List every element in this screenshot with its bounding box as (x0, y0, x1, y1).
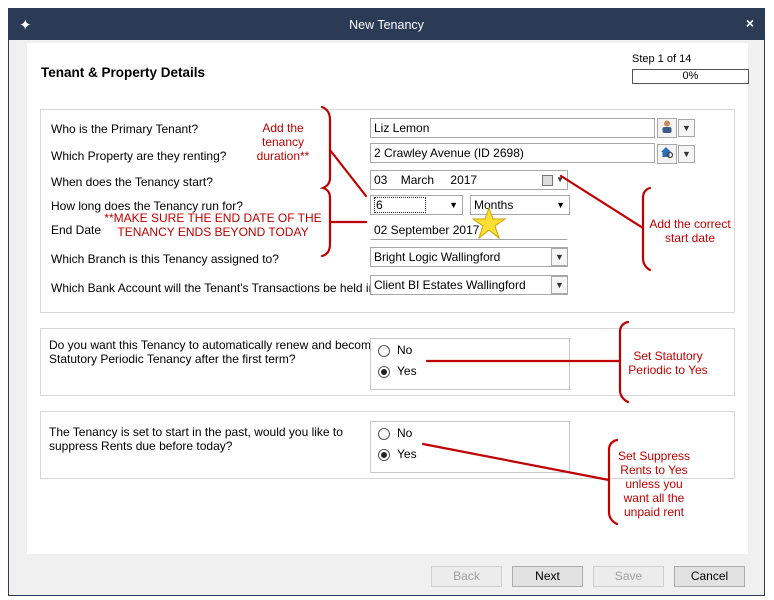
annotation-statutory: Set Statutory Periodic to Yes (628, 349, 708, 377)
next-button[interactable]: Next (512, 566, 583, 587)
save-button[interactable]: Save (593, 566, 664, 587)
primary-tenant-dropdown-icon[interactable]: ▼ (678, 119, 695, 137)
suppress-question-line2: suppress Rents due before today? (49, 439, 233, 453)
start-date-label: When does the Tenancy start? (51, 175, 213, 189)
bank-account-dropdown-icon[interactable]: ▼ (551, 276, 568, 294)
house-search-icon[interactable] (657, 144, 677, 164)
close-icon[interactable]: × (746, 15, 754, 31)
renew-question-line2: Statutory Periodic Tenancy after the fir… (49, 352, 296, 366)
primary-tenant-label: Who is the Primary Tenant? (51, 122, 199, 136)
property-dropdown-icon[interactable]: ▼ (678, 145, 695, 163)
duration-select[interactable]: 6 ▼ (370, 195, 463, 215)
annotation-suppress: Set Suppress Rents to Yes unless you wan… (617, 449, 691, 519)
end-date-label: End Date (51, 223, 102, 237)
person-icon[interactable] (657, 118, 677, 138)
start-month: March (400, 173, 435, 187)
suppress-no-label[interactable]: No (397, 426, 412, 440)
suppress-question-line1: The Tenancy is set to start in the past,… (49, 425, 343, 439)
duration-unit-chevron-icon: ▼ (556, 200, 565, 210)
suppress-yes-label[interactable]: Yes (397, 447, 417, 461)
cancel-button[interactable]: Cancel (674, 566, 745, 587)
start-year: 2017 (450, 173, 478, 187)
branch-select[interactable]: Bright Logic Wallingford (370, 247, 568, 267)
duration-unit-select[interactable]: Months ▼ (470, 195, 570, 215)
step-indicator: Step 1 of 14 (632, 53, 692, 65)
annotation-end-date: **MAKE SURE THE END DATE OF THE TENANCY … (104, 211, 322, 239)
duration-chevron-icon: ▼ (449, 200, 458, 210)
property-label: Which Property are they renting? (51, 149, 227, 163)
chevron-down-icon[interactable]: ▼ (556, 171, 564, 189)
suppress-no-radio[interactable] (378, 428, 390, 440)
back-button[interactable]: Back (431, 566, 502, 587)
suppress-options: No Yes (370, 421, 570, 473)
renew-yes-radio[interactable] (378, 366, 390, 378)
renew-no-radio[interactable] (378, 345, 390, 357)
renew-yes-label[interactable]: Yes (397, 364, 417, 378)
title-bar: ✦ New Tenancy × (9, 9, 764, 40)
bank-account-select[interactable]: Client BI Estates Wallingford (370, 275, 568, 295)
end-date-field: 02 September 2017 (370, 220, 568, 240)
branch-label: Which Branch is this Tenancy assigned to… (51, 252, 279, 266)
bank-account-label: Which Bank Account will the Tenant's Tra… (51, 281, 382, 295)
renew-no-label[interactable]: No (397, 343, 412, 357)
window-title: New Tenancy (349, 18, 424, 32)
primary-tenant-field[interactable]: Liz Lemon (370, 118, 655, 138)
annotation-start-date: Add the correct start date (649, 217, 731, 245)
suppress-yes-radio[interactable] (378, 449, 390, 461)
start-date-picker[interactable]: 03 March 2017 ▼ (370, 170, 568, 190)
branch-dropdown-icon[interactable]: ▼ (551, 248, 568, 266)
progress-bar: 0% (632, 69, 749, 84)
property-field[interactable]: 2 Crawley Avenue (ID 2698) (370, 143, 655, 163)
page-title: Tenant & Property Details (41, 65, 206, 80)
annotation-duration: Add the tenancy duration** (256, 121, 310, 163)
calendar-icon[interactable] (542, 175, 553, 186)
renew-options: No Yes (370, 338, 570, 390)
renew-question-line1: Do you want this Tenancy to automaticall… (49, 338, 388, 352)
start-day: 03 (374, 173, 388, 187)
